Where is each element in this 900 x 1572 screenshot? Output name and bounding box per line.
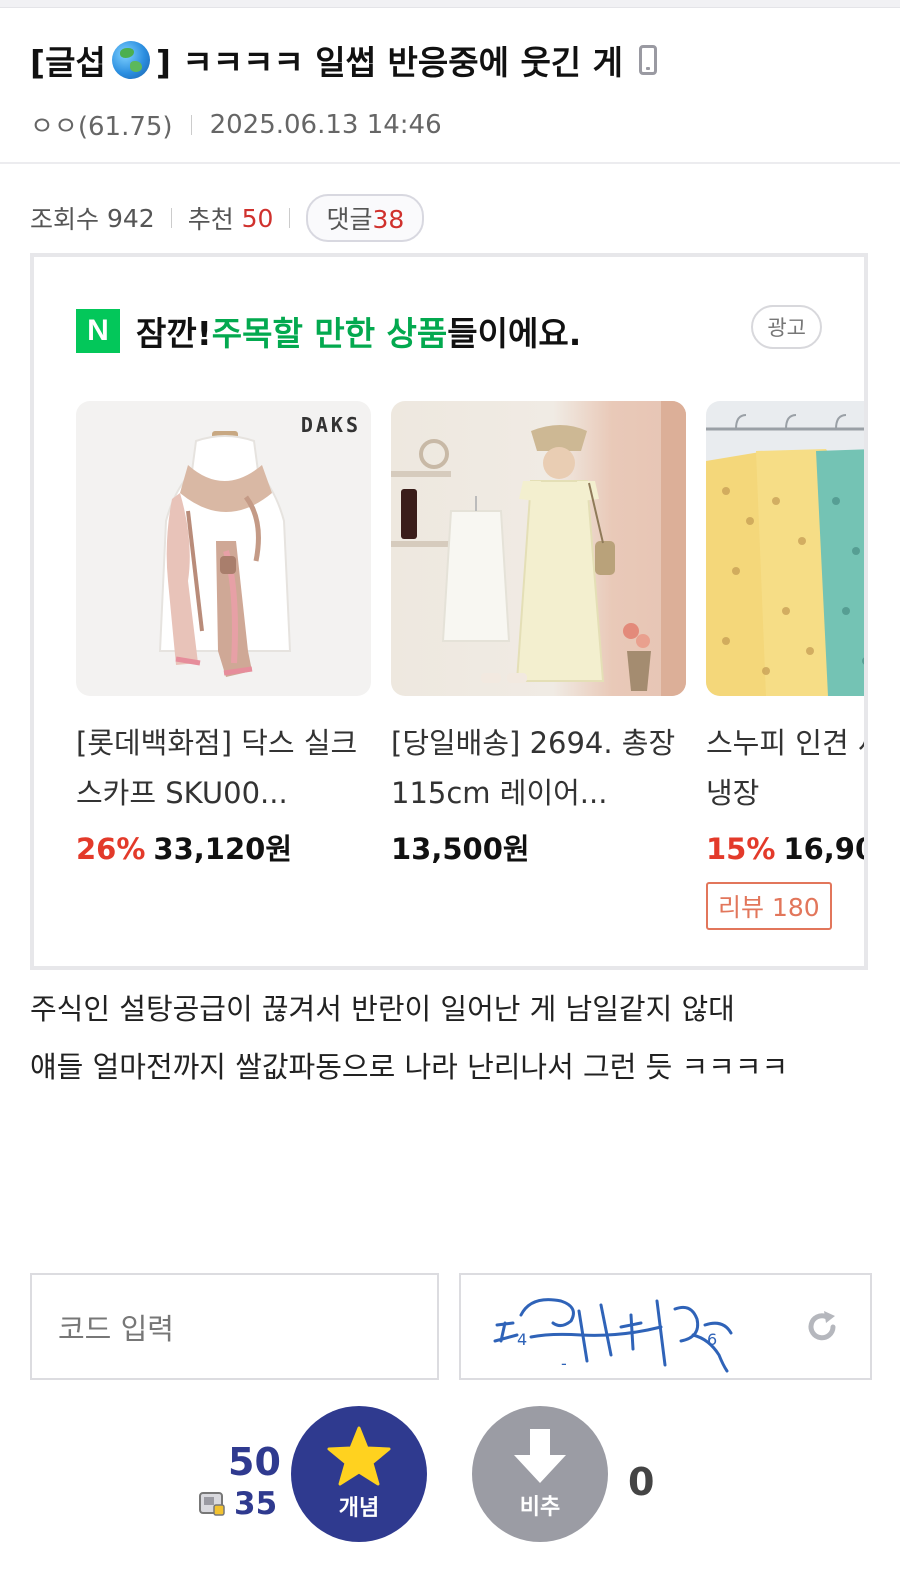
comments-count: 38 xyxy=(372,205,405,234)
ad-heading: N 잠깐! 주목할 만한 상품 들이에요. xyxy=(76,307,581,355)
recommend-count: 50 xyxy=(241,203,274,233)
product-brand: DAKS xyxy=(300,413,361,437)
post-body-line: 얘들 얼마전까지 쌀값파동으로 나라 난리나서 그런 듯 ㅋㅋㅋㅋ xyxy=(30,1050,789,1084)
meta-divider xyxy=(190,114,192,135)
scarf-illustration xyxy=(158,431,292,677)
fixed-count-value: 35 xyxy=(234,1486,278,1522)
post-title: [글섭 ] ㅋㅋㅋㅋ 일썹 반응중에 웃긴 게 xyxy=(30,36,890,84)
ad-heading-post: 들이에요. xyxy=(447,314,582,353)
captcha-image: 4 6 - xyxy=(459,1273,872,1380)
star-icon xyxy=(327,1426,391,1486)
header-divider xyxy=(0,162,900,164)
product-image-pajamas[interactable] xyxy=(706,401,864,696)
post-body-line: 주식인 설탕공급이 끊겨서 반란이 일어난 게 남일같지 않대 xyxy=(30,992,735,1026)
post-meta: ㅇㅇ(61.75) 2025.06.13 14:46 xyxy=(30,106,890,143)
fixed-user-icon xyxy=(199,1492,225,1516)
downvote-button[interactable]: 비추 xyxy=(472,1406,608,1542)
product-image-dress[interactable] xyxy=(391,401,686,696)
ad-heading-pre: 잠깐! xyxy=(136,314,212,353)
stats-divider xyxy=(289,208,291,228)
svg-text:-: - xyxy=(561,1354,567,1373)
title-text: ] ㅋㅋㅋㅋ 일썹 반응중에 웃긴 게 xyxy=(155,43,624,82)
naver-logo-icon: N xyxy=(76,309,120,353)
post-author[interactable]: ㅇㅇ(61.75) xyxy=(30,106,173,143)
product-discount: 26% xyxy=(76,832,146,866)
product-name[interactable]: 스누피 인견 세트 냉감 냉장 xyxy=(706,718,864,818)
ad-box: N 잠깐! 주목할 만한 상품 들이에요. 광고 DAKS [롯데백화점] 닥스… xyxy=(30,253,868,970)
refresh-icon[interactable] xyxy=(804,1309,840,1345)
svg-text:6: 6 xyxy=(707,1330,717,1349)
stats-divider xyxy=(170,208,172,228)
downvote-count: 0 xyxy=(628,1460,655,1504)
upvote-count: 50 xyxy=(228,1440,281,1484)
ad-badge[interactable]: 광고 xyxy=(751,305,822,349)
post-date: 2025.06.13 14:46 xyxy=(209,109,442,140)
product-price-value: 33,120원 xyxy=(153,832,293,866)
product-price-value: 16,900원 xyxy=(783,832,864,866)
title-prefix: [글섭 xyxy=(30,43,106,82)
product-carousel[interactable]: DAKS [롯데백화점] 닥스 실크 스카프 SKU00... 26% 33,12… xyxy=(76,401,864,930)
review-badge: 리뷰 180 xyxy=(706,882,832,930)
views-label: 조회수 xyxy=(30,205,100,234)
recommend-label: 추천 xyxy=(187,205,234,234)
comments-label: 댓글 xyxy=(326,205,373,234)
mobile-phone-icon xyxy=(639,45,658,75)
fixed-upvote-count: 35 xyxy=(198,1486,277,1522)
product-name[interactable]: [롯데백화점] 닥스 실크 스카프 SKU00... xyxy=(76,718,371,818)
pajamas-illustration xyxy=(706,414,864,696)
product-price: 26% 33,120원 xyxy=(76,826,371,868)
product-discount: 15% xyxy=(706,832,776,866)
comments-button[interactable]: 댓글38 xyxy=(306,194,425,242)
upvote-label: 개념 xyxy=(338,1496,380,1521)
product-price-value: 13,500원 xyxy=(391,832,530,866)
product-name[interactable]: [당일배송] 2694. 총장 115cm 레이어... xyxy=(391,718,686,818)
product-card[interactable]: [당일배송] 2694. 총장 115cm 레이어... 13,500원 xyxy=(391,401,686,930)
down-arrow-icon xyxy=(514,1429,566,1483)
views-count: 942 xyxy=(106,203,155,233)
top-rule xyxy=(0,0,900,8)
post-header: [글섭 ] ㅋㅋㅋㅋ 일썹 반응중에 웃긴 게 ㅇㅇ(61.75) 2025.06… xyxy=(30,36,890,143)
post-body: 주식인 설탕공급이 끊겨서 반란이 일어난 게 남일같지 않대 얘들 얼마전까지… xyxy=(30,980,870,1096)
captcha-code-input[interactable]: 코드 입력 xyxy=(30,1273,439,1380)
dress-illustration xyxy=(391,401,686,696)
globe-icon xyxy=(111,41,150,79)
product-card[interactable]: DAKS [롯데백화점] 닥스 실크 스카프 SKU00... 26% 33,12… xyxy=(76,401,371,930)
ad-heading-highlight: 주목할 만한 상품 xyxy=(211,314,448,353)
post-stats: 조회수 942 추천 50 댓글38 xyxy=(30,194,425,242)
product-image-scarf[interactable]: DAKS xyxy=(76,401,371,696)
downvote-label: 비추 xyxy=(519,1495,561,1520)
product-price: 13,500원 xyxy=(391,826,686,868)
upvote-button[interactable]: 개념 xyxy=(291,1406,427,1542)
product-card[interactable]: 스누피 인견 세트 냉감 냉장 15%16,900원 리뷰 180 xyxy=(706,401,864,930)
product-price: 15%16,900원 xyxy=(706,826,864,868)
svg-text:4: 4 xyxy=(517,1330,527,1349)
